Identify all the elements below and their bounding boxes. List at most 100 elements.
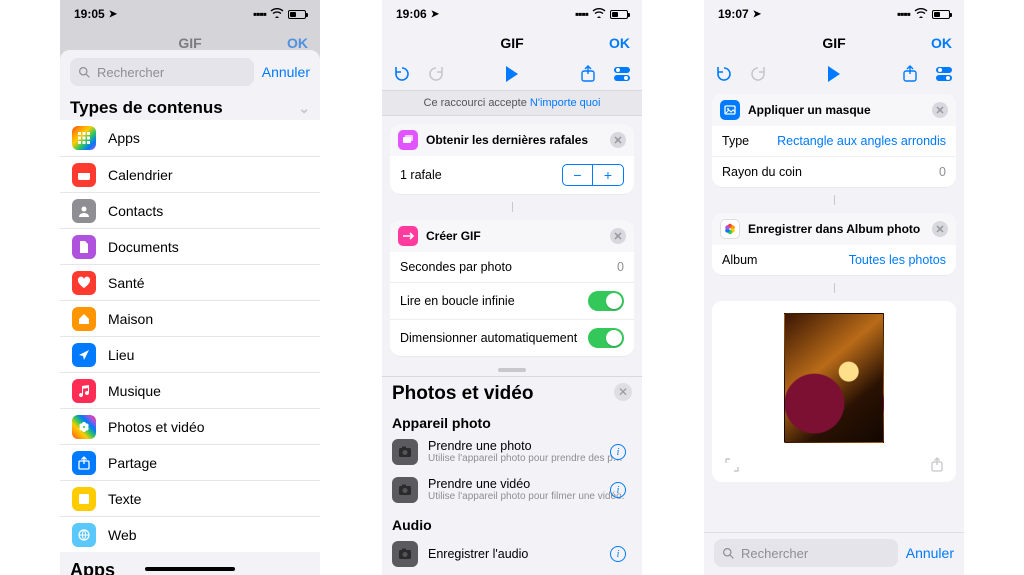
search-input[interactable]: Rechercher	[714, 539, 898, 567]
content-type-row[interactable]: Calendrier	[60, 156, 320, 192]
action-param-row[interactable]: Dimensionner automatiquement	[390, 319, 634, 356]
drawer-title: Photos et vidéo	[392, 381, 632, 407]
action-card-save-photo: Enregistrer dans Album photo ✕ Album Tou…	[712, 213, 956, 275]
gif-action-icon	[398, 226, 418, 246]
close-drawer-icon[interactable]: ✕	[614, 383, 632, 401]
content-type-row[interactable]: Documents	[60, 228, 320, 264]
param-label: Dimensionner automatiquement	[400, 331, 577, 345]
info-icon[interactable]: i	[610, 444, 626, 460]
param-label: Type	[722, 134, 749, 148]
settings-toggles-icon[interactable]	[934, 64, 954, 84]
action-param-row[interactable]: Rayon du coin 0	[712, 156, 956, 187]
delete-action-icon[interactable]: ✕	[932, 221, 948, 237]
cancel-button[interactable]: Annuler	[906, 545, 954, 561]
drawer-action-row[interactable]: Prendre une photoUtilise l'appareil phot…	[392, 433, 632, 471]
share-result-icon[interactable]	[930, 457, 944, 476]
action-desc: Utilise l'appareil photo pour prendre de…	[428, 453, 623, 465]
content-types-sheet: Rechercher Annuler Types de contenus ⌄ A…	[60, 50, 320, 575]
actions-drawer: ✕ Photos et vidéo Appareil photo Prendre…	[382, 376, 642, 573]
camera-icon	[392, 541, 418, 567]
accepts-banner[interactable]: Ce raccourci accepte N'importe quoi	[382, 90, 642, 116]
group-audio-header: Audio	[392, 509, 632, 535]
drawer-handle[interactable]	[382, 364, 642, 376]
flow-connector	[704, 195, 964, 205]
home-indicator[interactable]	[145, 567, 235, 571]
drawer-action-row[interactable]: Enregistrer l'audio i	[392, 535, 632, 573]
settings-toggles-icon[interactable]	[612, 64, 632, 84]
param-value[interactable]: Rectangle aux angles arrondis	[777, 134, 946, 148]
action-card-create-gif: Créer GIF ✕ Secondes par photo0Lire en b…	[390, 220, 634, 356]
undo-icon[interactable]	[392, 64, 412, 84]
photos-app-icon	[720, 219, 740, 239]
toggle-switch[interactable]	[588, 328, 624, 348]
doc-icon	[72, 235, 96, 259]
play-button[interactable]	[828, 66, 840, 82]
content-type-row[interactable]: Web	[60, 516, 320, 552]
play-button[interactable]	[506, 66, 518, 82]
drawer-action-row[interactable]: Prendre une vidéoUtilise l'appareil phot…	[392, 471, 632, 509]
info-icon[interactable]: i	[610, 482, 626, 498]
content-type-row[interactable]: Texte	[60, 480, 320, 516]
info-icon[interactable]: i	[610, 546, 626, 562]
row-label: Web	[108, 527, 137, 543]
burst-action-icon	[398, 130, 418, 150]
row-label: Santé	[108, 275, 145, 291]
content-type-row[interactable]: Musique	[60, 372, 320, 408]
row-label: Documents	[108, 239, 179, 255]
stepper-minus[interactable]: −	[563, 165, 593, 185]
search-icon	[78, 66, 91, 79]
row-label: Calendrier	[108, 167, 173, 183]
content-type-row[interactable]: Maison	[60, 300, 320, 336]
content-type-row[interactable]: Partage	[60, 444, 320, 480]
action-name: Enregistrer l'audio	[428, 547, 528, 561]
share-icon[interactable]	[900, 64, 920, 84]
ok-button[interactable]: OK	[609, 35, 630, 51]
page-title: GIF	[500, 35, 523, 51]
screen-1-content-types: 19:05 ➤ ▪▪▪▪ GIF OK Rechercher Annuler T…	[60, 0, 320, 575]
flower-icon	[72, 415, 96, 439]
action-param-row[interactable]: Album Toutes les photos	[712, 245, 956, 275]
action-card-get-bursts: Obtenir les dernières rafales ✕ 1 rafale…	[390, 124, 634, 194]
stepper-plus[interactable]: +	[593, 165, 623, 185]
undo-icon[interactable]	[714, 64, 734, 84]
globe-icon	[72, 523, 96, 547]
delete-action-icon[interactable]: ✕	[610, 228, 626, 244]
quantity-stepper[interactable]: − +	[562, 164, 624, 186]
content-type-row[interactable]: Contacts	[60, 192, 320, 228]
action-title: Obtenir les dernières rafales	[426, 133, 588, 147]
section-header-content-types[interactable]: Types de contenus ⌄	[60, 94, 320, 120]
redo-icon	[748, 64, 768, 84]
delete-action-icon[interactable]: ✕	[932, 102, 948, 118]
status-bar: 19:06 ➤ ▪▪▪▪	[382, 0, 642, 28]
content-type-row[interactable]: Santé	[60, 264, 320, 300]
camera-icon	[392, 477, 418, 503]
section-title: Types de contenus	[70, 98, 223, 118]
toggle-switch[interactable]	[588, 291, 624, 311]
share-icon	[72, 451, 96, 475]
content-type-row[interactable]: Photos et vidéo	[60, 408, 320, 444]
gif-preview-image[interactable]	[784, 313, 884, 443]
row-label: Apps	[108, 130, 140, 146]
ok-button[interactable]: OK	[931, 35, 952, 51]
bottom-search-bar: Rechercher Annuler	[704, 532, 964, 575]
action-param-row[interactable]: Secondes par photo0	[390, 252, 634, 282]
cancel-button[interactable]: Annuler	[262, 64, 310, 80]
signal-icon: ▪▪▪▪	[575, 7, 588, 21]
row-label: Contacts	[108, 203, 163, 219]
location-arrow-icon: ➤	[431, 9, 439, 20]
param-value[interactable]: Toutes les photos	[849, 253, 946, 267]
action-param-row[interactable]: Lire en boucle infinie	[390, 282, 634, 319]
expand-icon[interactable]	[724, 457, 740, 476]
param-label: Rayon du coin	[722, 165, 802, 179]
delete-action-icon[interactable]: ✕	[610, 132, 626, 148]
action-param-row[interactable]: Type Rectangle aux angles arrondis	[712, 126, 956, 156]
page-title: GIF	[822, 35, 845, 51]
editor-toolbar	[382, 58, 642, 90]
location-arrow-icon: ➤	[753, 9, 761, 20]
search-input[interactable]: Rechercher	[70, 58, 254, 86]
content-type-row[interactable]: Apps	[60, 120, 320, 156]
share-icon[interactable]	[578, 64, 598, 84]
content-type-row[interactable]: Lieu	[60, 336, 320, 372]
param-label: Lire en boucle infinie	[400, 294, 515, 308]
burst-count-label: 1 rafale	[400, 168, 442, 182]
